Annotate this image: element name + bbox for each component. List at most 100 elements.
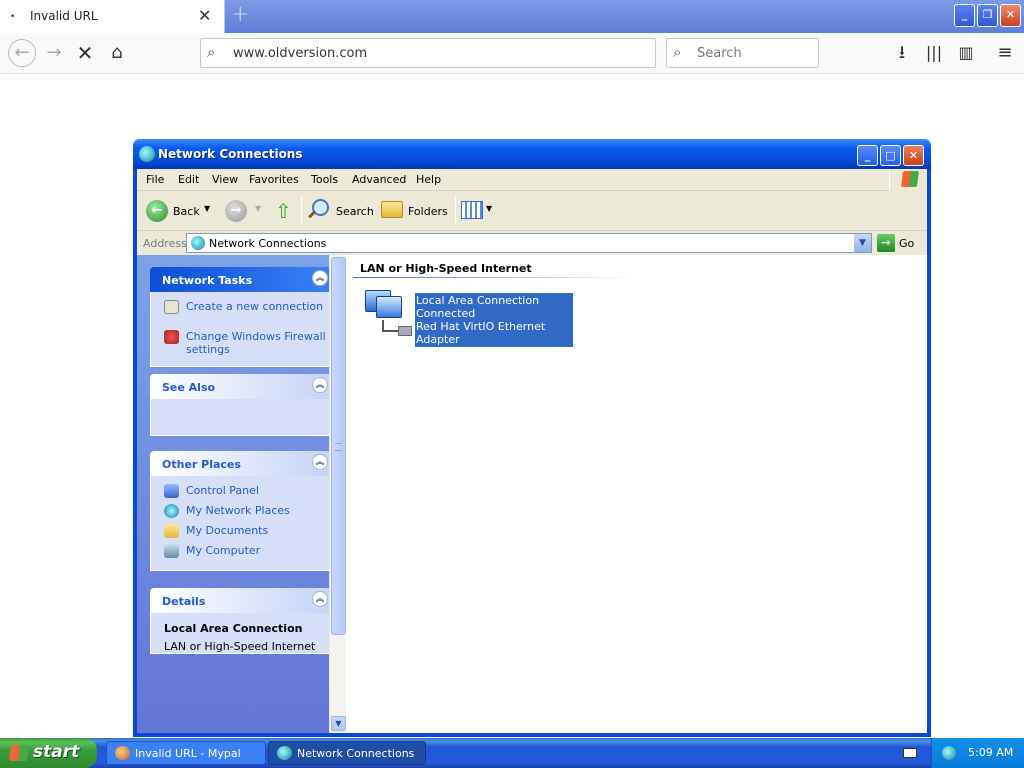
browser-restore-button[interactable]: ❐ [977, 4, 998, 27]
windows-flag-icon [900, 171, 920, 187]
address-label: Address [143, 237, 187, 250]
panel-body [150, 399, 331, 436]
taskbar-item-network-connections[interactable]: Network Connections [268, 741, 426, 765]
tab-close-icon[interactable]: ✕ [198, 6, 211, 25]
network-connections-window: Network Connections _ □ ✕ File Edit View… [133, 139, 931, 737]
url-bar[interactable]: ⌕ www.oldversion.com [200, 38, 656, 68]
download-icon[interactable]: ⭳ [890, 41, 914, 65]
panel-header[interactable]: Other Places ︽ [150, 451, 331, 476]
panel-header[interactable]: See Also ︽ [150, 374, 331, 399]
panel-title: Details [162, 595, 206, 608]
address-dropdown-icon[interactable]: ▼ [854, 234, 871, 252]
search-magnifier-icon[interactable] [308, 198, 330, 220]
browser-app-icon [115, 746, 130, 760]
toolbar-separator [301, 197, 302, 225]
panel-body: Create a new connection Change Windows F… [150, 292, 331, 367]
menu-advanced[interactable]: Advanced [352, 173, 406, 186]
back-button-label[interactable]: Back [173, 205, 200, 218]
scroll-down-icon[interactable]: ▼ [331, 716, 346, 731]
place-label: My Network Places [186, 504, 290, 517]
new-connection-icon [164, 300, 179, 314]
address-input[interactable]: Network Connections ▼ [186, 233, 872, 253]
place-label: Control Panel [186, 484, 259, 497]
network-tray-icon[interactable] [942, 746, 956, 760]
search-button-label[interactable]: Search [336, 205, 374, 218]
sidebar-icon[interactable]: ▥ [954, 41, 978, 65]
connection-item[interactable]: Local Area Connection Connected Red Hat … [415, 293, 573, 347]
keyboard-icon[interactable] [903, 748, 917, 758]
folders-icon[interactable] [381, 201, 403, 218]
folders-button-label[interactable]: Folders [408, 205, 448, 218]
browser-minimize-button[interactable]: _ [954, 4, 975, 27]
hamburger-menu-icon[interactable]: ≡ [993, 41, 1017, 65]
new-tab-button[interactable]: + [231, 2, 249, 27]
menu-tools[interactable]: Tools [311, 173, 338, 186]
connection-adapter: Red Hat VirtIO Ethernet Adapter [416, 320, 546, 346]
close-button[interactable]: ✕ [903, 145, 924, 166]
start-button[interactable]: start [0, 738, 97, 768]
forward-icon[interactable]: → [225, 200, 247, 222]
collapse-chevron-icon[interactable]: ︽ [312, 377, 328, 393]
monitor-front [376, 296, 402, 318]
maximize-button[interactable]: □ [880, 145, 901, 166]
browser-search-input[interactable]: ⌕ Search [666, 38, 819, 68]
browser-close-button[interactable]: ✕ [1000, 4, 1021, 27]
menu-view[interactable]: View [212, 173, 238, 186]
menu-favorites[interactable]: Favorites [249, 173, 299, 186]
stop-icon[interactable]: ✕ [73, 41, 97, 65]
menu-help[interactable]: Help [416, 173, 441, 186]
browser-tab[interactable]: • Invalid URL ✕ [0, 0, 225, 33]
place-control-panel[interactable]: Control Panel [151, 484, 330, 504]
taskbar-item-browser[interactable]: Invalid URL - Mypal [106, 741, 266, 765]
views-dropdown-icon[interactable]: ▼ [486, 204, 492, 213]
home-icon[interactable]: ⌂ [105, 41, 129, 65]
task-firewall-settings[interactable]: Change Windows Firewall settings [151, 330, 330, 360]
up-folder-icon[interactable]: ⇧ [275, 199, 292, 223]
windows-logo [889, 169, 927, 191]
collapse-chevron-icon[interactable]: ︽ [312, 454, 328, 470]
panel-header[interactable]: Details ︽ [150, 588, 331, 613]
back-arrow-icon[interactable]: ← [8, 39, 36, 67]
lan-connection-icon[interactable] [362, 290, 412, 338]
toolbar-separator [455, 197, 456, 225]
see-also-panel: See Also ︽ [150, 374, 331, 436]
group-divider [353, 277, 633, 278]
clock[interactable]: 5:09 AM [968, 746, 1013, 759]
panel-header[interactable]: Network Tasks ︽ [150, 267, 331, 292]
collapse-chevron-icon[interactable]: ︽ [312, 270, 328, 286]
place-my-documents[interactable]: My Documents [151, 524, 330, 544]
minimize-button[interactable]: _ [857, 145, 878, 166]
windows-flag-icon [8, 745, 30, 761]
library-icon[interactable]: ||| [922, 41, 946, 65]
window-titlebar[interactable]: Network Connections _ □ ✕ [133, 139, 931, 169]
computer-icon [164, 544, 179, 558]
network-places-icon [164, 504, 179, 518]
network-globe-icon [277, 746, 292, 760]
task-create-connection[interactable]: Create a new connection [151, 300, 330, 330]
connections-content: LAN or High-Speed Internet Local Area Co… [346, 255, 927, 733]
back-dropdown-icon[interactable]: ▼ [204, 204, 210, 213]
place-label: My Documents [186, 524, 269, 537]
forward-arrow-icon[interactable]: → [42, 41, 66, 65]
go-button-label[interactable]: Go [899, 237, 914, 250]
address-value[interactable]: Network Connections [209, 237, 326, 250]
control-panel-icon [164, 484, 179, 498]
scrollbar-thumb[interactable] [331, 257, 346, 635]
menu-edit[interactable]: Edit [178, 173, 199, 186]
views-icon[interactable] [461, 201, 483, 219]
panel-title: Network Tasks [162, 274, 253, 287]
panel-body: Control Panel My Network Places My Docum… [150, 476, 331, 571]
forward-dropdown-icon[interactable]: ▼ [255, 204, 261, 213]
place-my-network-places[interactable]: My Network Places [151, 504, 330, 524]
menu-file[interactable]: File [146, 173, 164, 186]
address-bar: Address Network Connections ▼ → Go [137, 231, 927, 255]
url-text[interactable]: www.oldversion.com [233, 46, 367, 61]
back-icon[interactable]: ← [146, 200, 168, 222]
place-my-computer[interactable]: My Computer [151, 544, 330, 564]
task-label: Change Windows Firewall settings [186, 330, 326, 356]
task-pane-scrollbar[interactable]: ▼ [329, 255, 346, 733]
go-arrow-icon[interactable]: → [877, 234, 895, 252]
browser-nav-bar: ← → ✕ ⌂ ⌕ www.oldversion.com ⌕ Search ⭳ … [0, 33, 1024, 74]
taskbar-item-label: Network Connections [297, 747, 415, 760]
collapse-chevron-icon[interactable]: ︽ [312, 591, 328, 607]
